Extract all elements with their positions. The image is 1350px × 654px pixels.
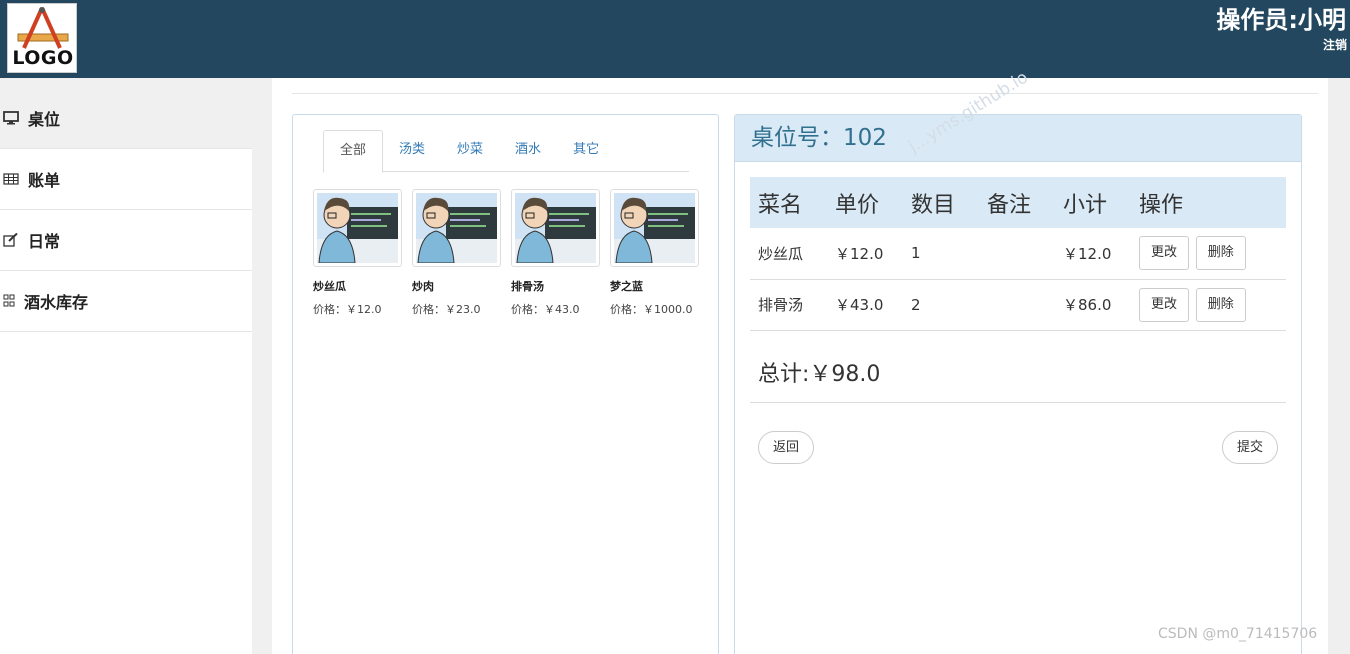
dish-card[interactable]: 炒丝瓜 价格：￥12.0 (313, 189, 402, 317)
dish-price: 价格：￥23.0 (412, 303, 481, 316)
quantity-cell: 2 (903, 279, 979, 331)
dish-thumbnail (412, 189, 501, 267)
dish-image (515, 193, 596, 263)
dish-thumbnail (511, 189, 600, 267)
subtotal-cell: ￥12.0 (1055, 228, 1131, 280)
dish-name: 炒丝瓜 (313, 280, 346, 293)
dish-name: 梦之蓝 (610, 280, 643, 293)
divider (292, 93, 1318, 94)
submit-button[interactable]: 提交 (1221, 431, 1278, 464)
dish-name: 炒肉 (412, 280, 434, 293)
table-row: 排骨汤 ￥43.0 2 ￥86.0 更改 删除 (750, 279, 1286, 331)
logout-link[interactable]: 注销 (1323, 36, 1347, 53)
table-icon (3, 173, 19, 185)
sidebar-item-daily[interactable]: 日常 (0, 210, 252, 271)
grid-icon (3, 294, 15, 307)
sidebar-item-label: 账单 (28, 171, 61, 190)
monitor-icon (3, 111, 19, 125)
top-bar: LOGO 操作员:小明 注销 (0, 0, 1350, 78)
logo[interactable]: LOGO (7, 3, 77, 73)
dish-grid: 炒丝瓜 价格：￥12.0 炒肉 价格：￥23.0 排骨汤 价格：￥43.0 梦之… (313, 189, 699, 317)
table-row: 炒丝瓜 ￥12.0 1 ￥12.0 更改 删除 (750, 228, 1286, 280)
dish-image (614, 193, 695, 263)
csdn-watermark: CSDN @m0_71415706 (1158, 626, 1318, 642)
note-cell (979, 228, 1055, 280)
unit-price-cell: ￥43.0 (827, 279, 903, 331)
sidebar: 桌位 账单 日常 酒水库存 (0, 88, 252, 654)
dish-thumbnail (610, 189, 699, 267)
actions-cell: 更改 删除 (1131, 279, 1286, 331)
unit-price-cell: ￥12.0 (827, 228, 903, 280)
menu-panel: 全部 汤类 炒菜 酒水 其它 炒丝瓜 价格：￥12.0 炒肉 价格：￥23.0 … (292, 114, 719, 654)
column-header: 小计 (1055, 177, 1131, 228)
actions-cell: 更改 删除 (1131, 228, 1286, 280)
column-header: 备注 (979, 177, 1055, 228)
delete-button[interactable]: 删除 (1195, 236, 1246, 271)
subtotal-cell: ￥86.0 (1055, 279, 1131, 331)
edit-icon (3, 233, 18, 247)
divider (750, 402, 1286, 403)
sidebar-item-label: 日常 (28, 232, 61, 251)
dish-name: 排骨汤 (511, 280, 544, 293)
back-button[interactable]: 返回 (758, 431, 815, 464)
delete-button[interactable]: 删除 (1195, 287, 1246, 322)
sidebar-item-label: 桌位 (28, 110, 61, 129)
dish-image (416, 193, 497, 263)
dish-price: 价格：￥1000.0 (610, 303, 693, 316)
column-header: 菜名 (750, 177, 827, 228)
edit-button[interactable]: 更改 (1139, 287, 1190, 322)
order-total: 总计:￥98.0 (758, 362, 881, 387)
page-scrollbar[interactable] (1328, 78, 1350, 654)
table-header-row: 菜名 单价 数目 备注 小计 操作 (750, 177, 1286, 228)
dish-card[interactable]: 炒肉 价格：￥23.0 (412, 189, 501, 317)
category-tabs: 全部 汤类 炒菜 酒水 其它 (323, 130, 689, 173)
tab-soup[interactable]: 汤类 (383, 130, 441, 172)
tab-stir-fry[interactable]: 炒菜 (441, 130, 499, 172)
sidebar-item-label: 酒水库存 (24, 293, 89, 312)
dish-name-cell: 排骨汤 (750, 279, 827, 331)
dish-thumbnail (313, 189, 402, 267)
column-header: 数目 (903, 177, 979, 228)
sidebar-item-tables[interactable]: 桌位 (0, 88, 252, 149)
logo-text: LOGO (12, 47, 74, 69)
tab-drinks[interactable]: 酒水 (499, 130, 557, 172)
column-header: 单价 (827, 177, 903, 228)
edit-button[interactable]: 更改 (1139, 236, 1190, 271)
sidebar-item-drink-stock[interactable]: 酒水库存 (0, 271, 252, 332)
dish-price: 价格：￥12.0 (313, 303, 382, 316)
tab-other[interactable]: 其它 (557, 130, 615, 172)
note-cell (979, 279, 1055, 331)
dish-card[interactable]: 梦之蓝 价格：￥1000.0 (610, 189, 699, 317)
column-header: 操作 (1131, 177, 1286, 228)
dish-name-cell: 炒丝瓜 (750, 228, 827, 280)
tab-all[interactable]: 全部 (323, 130, 384, 173)
order-panel: 桌位号：102 菜名 单价 数目 备注 小计 操作 炒丝瓜 ￥12.0 1 ￥1… (734, 114, 1302, 654)
operator-name: 操作员:小明 (1216, 6, 1346, 34)
sidebar-item-bills[interactable]: 账单 (0, 149, 252, 210)
table-number-heading: 桌位号：102 (735, 115, 1301, 162)
order-table: 菜名 单价 数目 备注 小计 操作 炒丝瓜 ￥12.0 1 ￥12.0 更改 删… (750, 177, 1286, 331)
dish-image (317, 193, 398, 263)
quantity-cell: 1 (903, 228, 979, 280)
logo-compass-icon (17, 7, 69, 49)
dish-card[interactable]: 排骨汤 价格：￥43.0 (511, 189, 600, 317)
dish-price: 价格：￥43.0 (511, 303, 580, 316)
